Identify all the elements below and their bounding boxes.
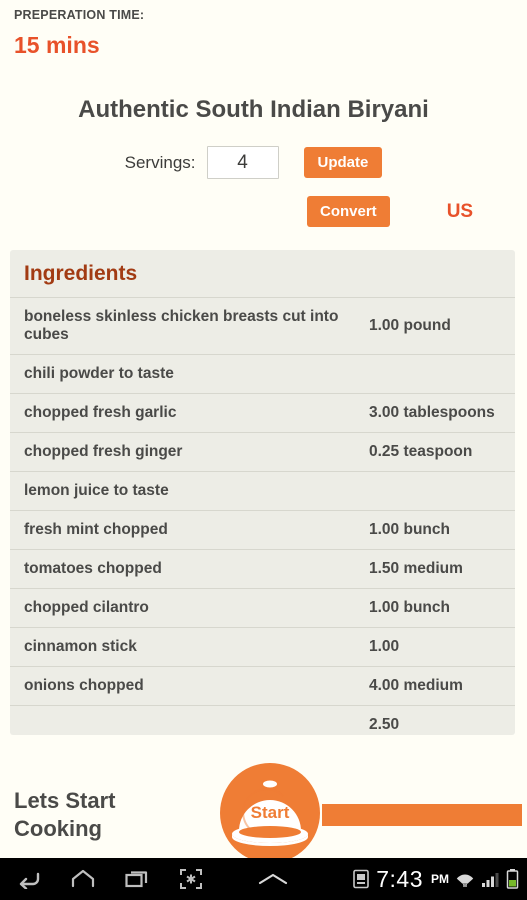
- screenshot-button[interactable]: [176, 864, 206, 894]
- android-navigation-bar: 7:43 PM: [0, 858, 527, 900]
- ingredient-name: cinnamon stick: [10, 627, 365, 667]
- ingredient-name: lemon juice to taste: [10, 471, 365, 511]
- page-title: Authentic South Indian Biryani: [78, 96, 429, 123]
- expand-statusbar-button[interactable]: [256, 872, 290, 891]
- start-slider-track[interactable]: [322, 804, 522, 826]
- ingredient-name: [10, 705, 365, 735]
- nav-icon-group: [0, 864, 206, 894]
- table-row[interactable]: cinnamon stick 1.00: [10, 627, 515, 667]
- ingredient-quantity: [365, 471, 515, 511]
- back-arrow-icon: [19, 872, 40, 889]
- recent-apps-icon: [125, 871, 148, 888]
- status-bar-right: 7:43 PM: [352, 858, 519, 900]
- ingredients-header: Ingredients: [24, 262, 138, 285]
- ingredient-quantity: 2.50: [365, 705, 515, 735]
- prep-time-label: PREPERATION TIME:: [14, 8, 145, 22]
- table-row-partial[interactable]: 2.50: [10, 705, 515, 735]
- ingredients-table: boneless skinless chicken breasts cut in…: [10, 297, 515, 735]
- ingredient-name: boneless skinless chicken breasts cut in…: [10, 297, 365, 355]
- status-ampm: PM: [431, 872, 449, 886]
- ingredient-name: chili powder to taste: [10, 354, 365, 394]
- start-cooking-bar: Lets Start Cooking Start: [0, 760, 527, 858]
- ingredients-table-body: boneless skinless chicken breasts cut in…: [10, 297, 515, 735]
- ingredient-quantity: 3.00 tablespoons: [365, 393, 515, 433]
- ingredient-quantity: 0.25 teaspoon: [365, 432, 515, 472]
- status-clock: 7:43: [376, 865, 423, 892]
- back-button[interactable]: [14, 864, 44, 894]
- start-cooking-button[interactable]: Start: [220, 763, 320, 858]
- ingredient-name: chopped fresh ginger: [10, 432, 365, 472]
- ingredient-name: chopped cilantro: [10, 588, 365, 628]
- table-row[interactable]: tomatoes chopped 1.50 medium: [10, 549, 515, 589]
- ingredient-quantity: 1.50 medium: [365, 549, 515, 589]
- recent-apps-button[interactable]: [122, 864, 152, 894]
- unit-system-label[interactable]: US: [447, 201, 473, 223]
- ingredient-name: fresh mint chopped: [10, 510, 365, 550]
- home-button[interactable]: [68, 864, 98, 894]
- ingredients-panel[interactable]: Ingredients boneless skinless chicken br…: [10, 250, 515, 735]
- table-row[interactable]: boneless skinless chicken breasts cut in…: [10, 297, 515, 355]
- table-row[interactable]: chopped fresh garlic 3.00 tablespoons: [10, 393, 515, 433]
- servings-row: Servings: Update: [0, 146, 527, 179]
- ingredient-name: tomatoes chopped: [10, 549, 365, 589]
- servings-input[interactable]: [206, 146, 279, 179]
- servings-label: Servings:: [124, 152, 196, 172]
- ingredient-quantity: 1.00 pound: [365, 297, 515, 355]
- cellular-signal-icon: [482, 873, 499, 887]
- start-cooking-label: Lets Start Cooking: [14, 788, 116, 842]
- sim-card-icon: [353, 869, 370, 889]
- table-row[interactable]: chopped fresh ginger 0.25 teaspoon: [10, 432, 515, 472]
- cloche-icon: [232, 780, 308, 846]
- ingredient-quantity: [365, 354, 515, 394]
- update-button[interactable]: Update: [303, 147, 383, 178]
- screenshot-capture-icon: [180, 869, 202, 889]
- convert-button[interactable]: Convert: [307, 196, 390, 227]
- recipe-app-screen: PREPERATION TIME: 15 mins Authentic Sout…: [0, 0, 527, 858]
- ingredient-quantity: 1.00 bunch: [365, 510, 515, 550]
- ingredient-quantity: 1.00 bunch: [365, 588, 515, 628]
- table-row[interactable]: chili powder to taste: [10, 354, 515, 394]
- table-row[interactable]: fresh mint chopped 1.00 bunch: [10, 510, 515, 550]
- ingredient-quantity: 1.00: [365, 627, 515, 667]
- home-icon: [71, 869, 95, 888]
- wifi-icon: [456, 874, 474, 887]
- ingredient-name: chopped fresh garlic: [10, 393, 365, 433]
- ingredient-name: onions chopped: [10, 666, 365, 706]
- table-row[interactable]: lemon juice to taste: [10, 471, 515, 511]
- battery-icon: [506, 869, 519, 889]
- table-row[interactable]: onions chopped 4.00 medium: [10, 666, 515, 706]
- prep-time-block: PREPERATION TIME: 15 mins: [0, 0, 527, 59]
- prep-time-value: 15 mins: [14, 32, 100, 58]
- convert-row: Convert US: [0, 196, 527, 227]
- table-row[interactable]: chopped cilantro 1.00 bunch: [10, 588, 515, 628]
- chevron-up-icon: [258, 873, 288, 885]
- ingredient-quantity: 4.00 medium: [365, 666, 515, 706]
